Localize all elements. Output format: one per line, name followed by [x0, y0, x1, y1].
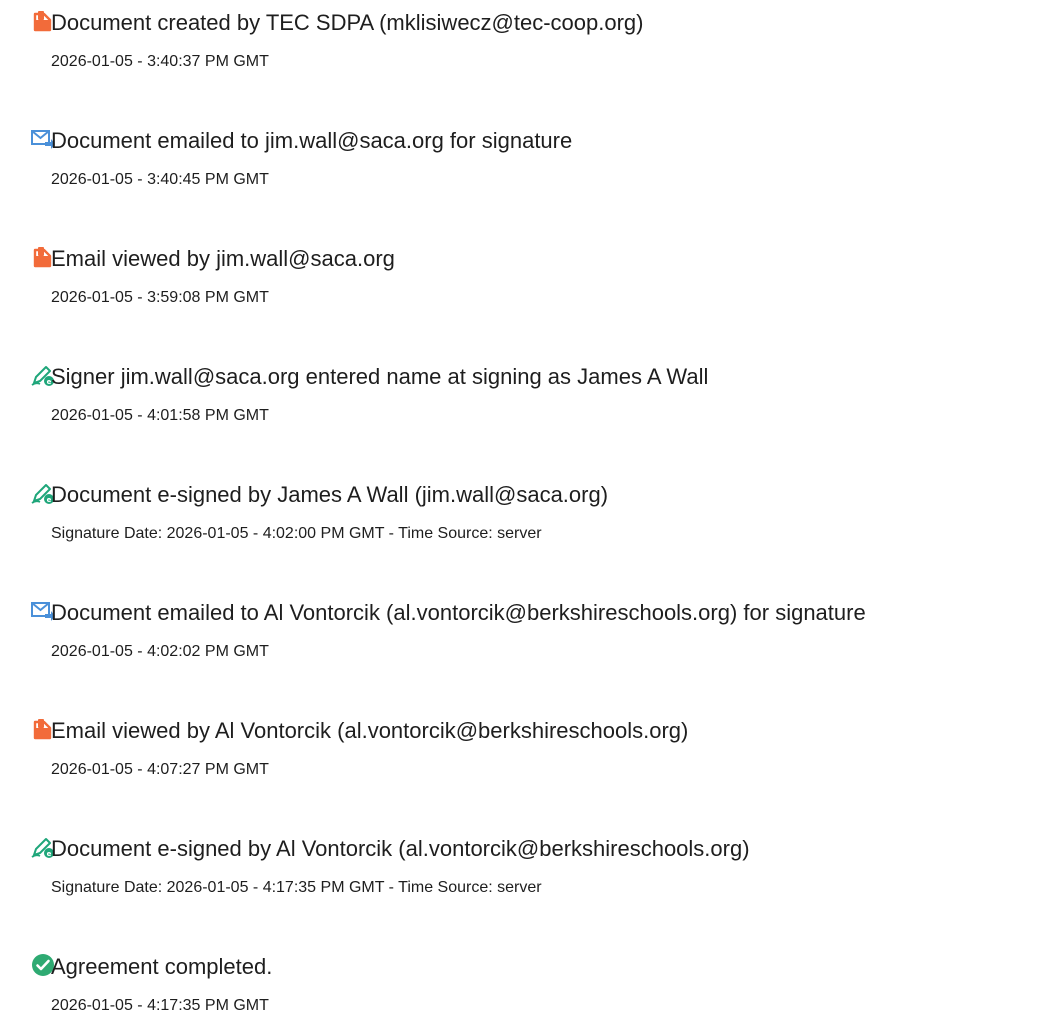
audit-event: Document created by TEC SDPA (mklisiwecz…: [0, 0, 1039, 80]
event-timestamp: Signature Date: 2026-01-05 - 4:02:00 PM …: [51, 525, 542, 542]
event-description: Document created by TEC SDPA (mklisiwecz…: [51, 10, 644, 35]
audit-event: e Signer jim.wall@saca.org entered name …: [0, 354, 1039, 434]
event-description: Document emailed to jim.wall@saca.org fo…: [51, 128, 573, 153]
event-timestamp: 2026-01-05 - 3:59:08 PM GMT: [51, 289, 269, 306]
event-timestamp: Signature Date: 2026-01-05 - 4:17:35 PM …: [51, 879, 542, 896]
event-description: Document e-signed by James A Wall (jim.w…: [51, 482, 609, 507]
audit-event: Email viewed by Al Vontorcik (al.vontorc…: [0, 708, 1039, 788]
event-timestamp: 2026-01-05 - 3:40:45 PM GMT: [51, 171, 269, 188]
event-timestamp: 2026-01-05 - 3:40:37 PM GMT: [51, 53, 269, 70]
audit-event: e Document e-signed by Al Vontorcik (al.…: [0, 826, 1039, 906]
event-description: Email viewed by jim.wall@saca.org: [51, 246, 395, 271]
audit-event: Email viewed by jim.wall@saca.org 2026-0…: [0, 236, 1039, 316]
event-description: Email viewed by Al Vontorcik (al.vontorc…: [51, 718, 689, 743]
event-timestamp: 2026-01-05 - 4:07:27 PM GMT: [51, 761, 269, 778]
audit-event: Agreement completed. 2026-01-05 - 4:17:3…: [0, 944, 1039, 1024]
event-timestamp: 2026-01-05 - 4:02:02 PM GMT: [51, 643, 269, 660]
audit-event-list: Document created by TEC SDPA (mklisiwecz…: [0, 0, 1039, 1014]
event-description: Signer jim.wall@saca.org entered name at…: [51, 364, 709, 389]
event-timestamp: 2026-01-05 - 4:01:58 PM GMT: [51, 407, 269, 424]
audit-event: Document emailed to Al Vontorcik (al.von…: [0, 590, 1039, 670]
event-timestamp: 2026-01-05 - 4:17:35 PM GMT: [51, 997, 269, 1014]
event-description: Agreement completed.: [51, 954, 273, 979]
event-description: Document e-signed by Al Vontorcik (al.vo…: [51, 836, 750, 861]
event-description: Document emailed to Al Vontorcik (al.von…: [51, 600, 866, 625]
audit-event: e Document e-signed by James A Wall (jim…: [0, 472, 1039, 552]
audit-event: Document emailed to jim.wall@saca.org fo…: [0, 118, 1039, 198]
